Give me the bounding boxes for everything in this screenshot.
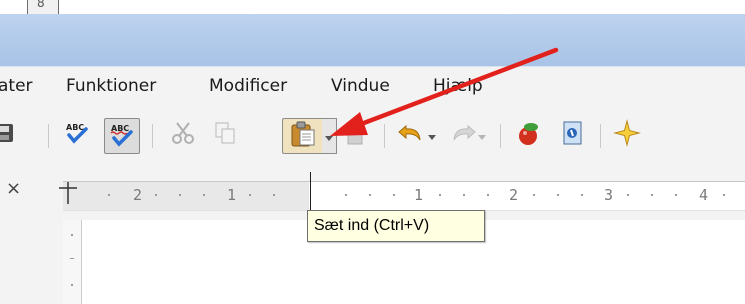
annotation-arrow: [330, 47, 559, 136]
